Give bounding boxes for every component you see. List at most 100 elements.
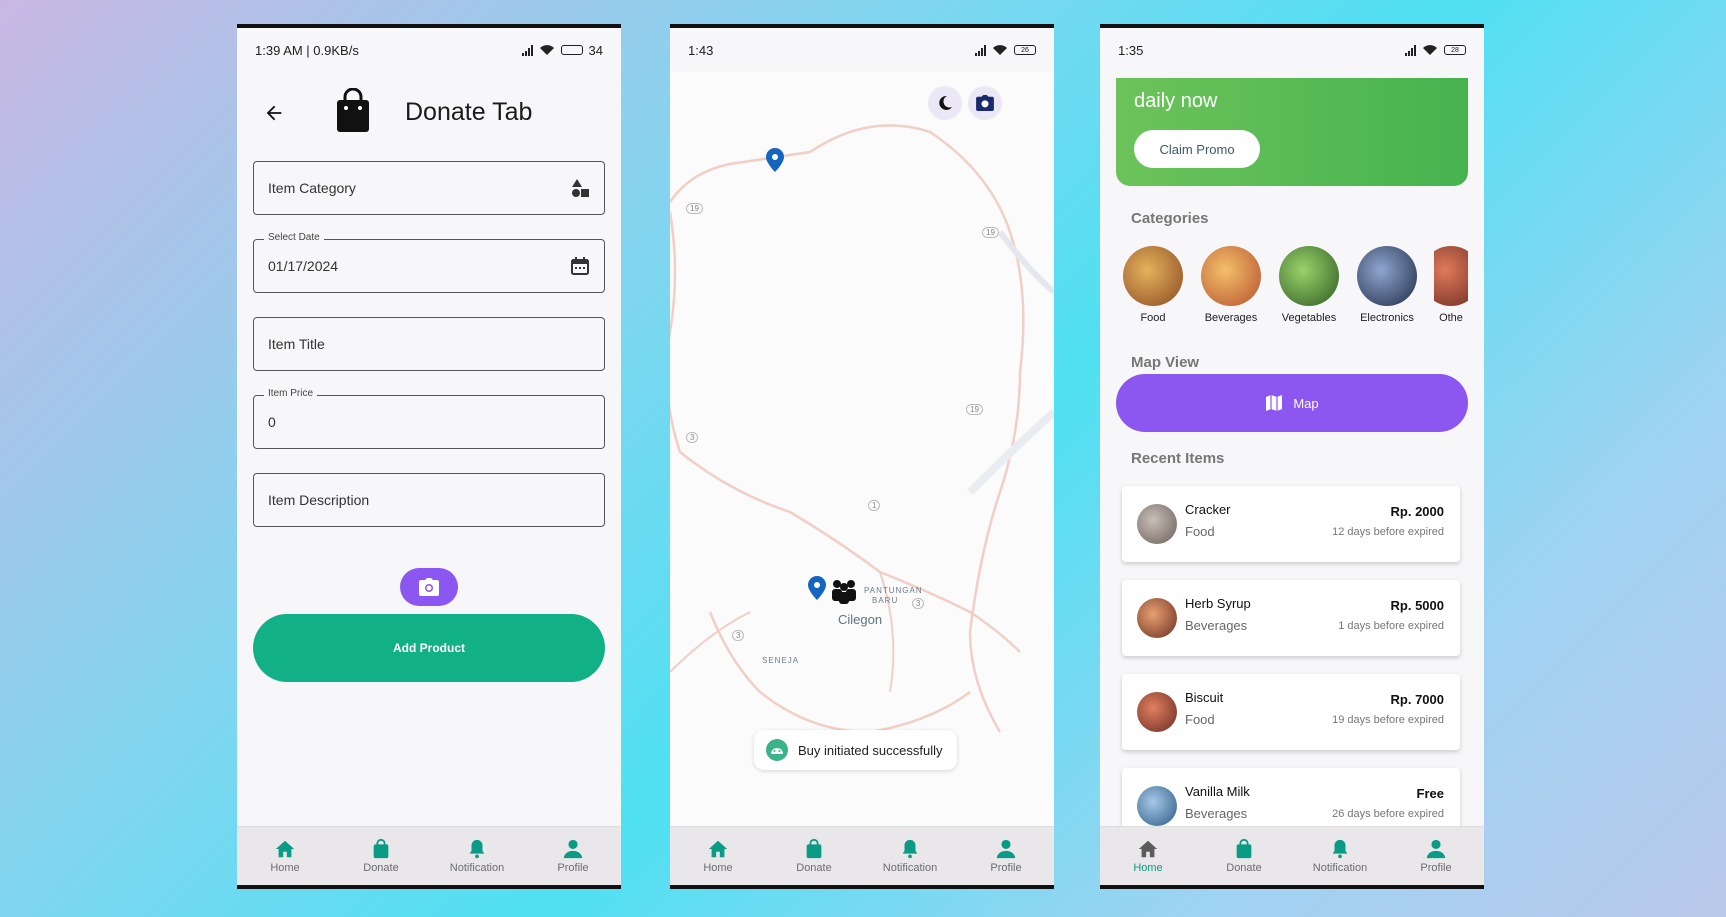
location-pin-icon[interactable] xyxy=(808,576,826,600)
category-electronics[interactable]: Electronics xyxy=(1356,246,1418,324)
district-label-line2: BARU xyxy=(872,596,899,605)
add-product-button[interactable]: Add Product xyxy=(253,614,605,682)
map-button[interactable]: Map xyxy=(1116,374,1468,432)
category-label: Beverages xyxy=(1204,312,1258,324)
nav-donate[interactable]: Donate xyxy=(774,838,854,874)
person-icon xyxy=(1426,839,1446,859)
item-thumbnail xyxy=(1137,598,1177,638)
item-thumbnail xyxy=(1137,786,1177,826)
camera-icon xyxy=(419,578,439,596)
item-thumbnail xyxy=(1137,692,1177,732)
nav-notification[interactable]: Notification xyxy=(1300,838,1380,874)
nav-notification[interactable]: Notification xyxy=(870,838,950,874)
item-price: Rp. 5000 xyxy=(1390,598,1444,613)
item-title-placeholder: Item Title xyxy=(268,336,325,352)
category-other[interactable]: Othe xyxy=(1434,246,1468,324)
map-view-title: Map View xyxy=(1131,354,1200,371)
nav-home-label: Home xyxy=(1133,862,1163,874)
area-label: SENEJA xyxy=(762,656,800,665)
nav-profile[interactable]: Profile xyxy=(1396,838,1476,874)
recent-item-card[interactable]: Herb Syrup Beverages Rp. 5000 1 days bef… xyxy=(1122,580,1460,656)
status-bar: 1:35 28 xyxy=(1100,28,1484,72)
person-icon xyxy=(563,839,583,859)
item-category: Beverages xyxy=(1185,806,1248,821)
select-date-label: Select Date xyxy=(264,232,324,243)
map-view[interactable]: 19 19 19 3 1 3 3 PANTUNGAN BARU Cilegon … xyxy=(670,72,1054,827)
item-price-value: 0 xyxy=(268,414,276,430)
battery-icon: 26 xyxy=(1014,45,1036,55)
item-expiry: 26 days before expired xyxy=(1332,808,1444,820)
promo-text: daily now xyxy=(1134,90,1218,112)
categories-list: Food Beverages Vegetables Electronics Ot… xyxy=(1122,246,1484,324)
item-thumbnail xyxy=(1137,504,1177,544)
home-icon xyxy=(708,840,728,858)
battery-level: 34 xyxy=(588,42,603,58)
dark-mode-toggle[interactable] xyxy=(928,86,962,120)
category-beverages[interactable]: Beverages xyxy=(1200,246,1262,324)
select-date-field[interactable]: Select Date 01/17/2024 xyxy=(253,232,605,293)
category-image xyxy=(1434,246,1468,306)
item-category: Beverages xyxy=(1185,618,1248,633)
nav-donate[interactable]: Donate xyxy=(1204,838,1284,874)
signal-icon xyxy=(975,44,986,56)
moon-icon xyxy=(939,95,952,110)
bottom-navigation: Home Donate Notification Profile xyxy=(1100,826,1484,885)
bottom-navigation: Home Donate Notification Profile xyxy=(670,826,1054,885)
category-shapes-icon xyxy=(572,179,589,197)
item-price-field[interactable]: Item Price 0 xyxy=(253,388,605,449)
toast-text: Buy initiated successfully xyxy=(798,742,943,758)
recent-item-card[interactable]: Cracker Food Rp. 2000 12 days before exp… xyxy=(1122,486,1460,562)
status-bar: 1:39 AM | 0.9KB/s 34 xyxy=(237,28,621,72)
category-vegetables[interactable]: Vegetables xyxy=(1278,246,1340,324)
bell-icon xyxy=(902,839,918,859)
status-bar: 1:43 26 xyxy=(670,28,1054,72)
location-pin-icon[interactable] xyxy=(766,148,784,172)
calendar-icon[interactable] xyxy=(570,256,590,276)
nav-donate-label: Donate xyxy=(796,862,832,874)
phone-home-screen: 1:35 28 daily now Claim Promo Categories… xyxy=(1100,24,1484,889)
nav-notification-label: Notification xyxy=(449,862,505,874)
bell-icon xyxy=(1332,839,1348,859)
item-title-field[interactable]: Item Title xyxy=(253,317,605,371)
district-label: PANTUNGAN BARU xyxy=(864,586,923,606)
nav-home[interactable]: Home xyxy=(1108,838,1188,874)
nav-profile[interactable]: Profile xyxy=(533,838,613,874)
category-label: Food xyxy=(1140,312,1166,324)
category-label: Vegetables xyxy=(1281,312,1337,324)
nav-home[interactable]: Home xyxy=(678,838,758,874)
claim-promo-button[interactable]: Claim Promo xyxy=(1134,130,1260,168)
upload-photo-button[interactable] xyxy=(400,568,458,606)
home-icon xyxy=(275,840,295,858)
nav-notification[interactable]: Notification xyxy=(437,838,517,874)
group-people-icon[interactable] xyxy=(830,578,858,604)
item-category: Food xyxy=(1185,712,1215,727)
back-arrow-icon[interactable] xyxy=(263,102,285,124)
recent-item-card[interactable]: Biscuit Food Rp. 7000 19 days before exp… xyxy=(1122,674,1460,750)
map-roads xyxy=(670,124,1054,734)
map-icon xyxy=(1266,395,1283,411)
nav-home[interactable]: Home xyxy=(245,838,325,874)
nav-profile[interactable]: Profile xyxy=(966,838,1046,874)
bell-icon xyxy=(469,839,485,859)
person-icon xyxy=(996,839,1016,859)
bag-icon xyxy=(373,838,389,859)
item-price: Rp. 7000 xyxy=(1390,692,1444,707)
item-category-field[interactable]: Item Category xyxy=(253,161,605,215)
bottom-navigation: Home Donate Notification Profile xyxy=(237,826,621,885)
page-title: Donate Tab xyxy=(405,98,533,126)
nav-donate-label: Donate xyxy=(363,862,399,874)
item-category-placeholder: Item Category xyxy=(268,180,356,196)
item-expiry: 1 days before expired xyxy=(1338,620,1444,632)
category-label: Electronics xyxy=(1360,312,1414,324)
item-description-field[interactable]: Item Description xyxy=(253,473,605,527)
signal-icon xyxy=(1405,44,1416,56)
nav-donate[interactable]: Donate xyxy=(341,838,421,874)
map-camera-button[interactable] xyxy=(968,86,1002,120)
item-name: Biscuit xyxy=(1185,690,1224,705)
item-name: Cracker xyxy=(1185,502,1231,517)
road-marker: 19 xyxy=(982,227,999,238)
nav-donate-label: Donate xyxy=(1226,862,1262,874)
item-category: Food xyxy=(1185,524,1215,539)
nav-home-label: Home xyxy=(703,862,733,874)
category-food[interactable]: Food xyxy=(1122,246,1184,324)
